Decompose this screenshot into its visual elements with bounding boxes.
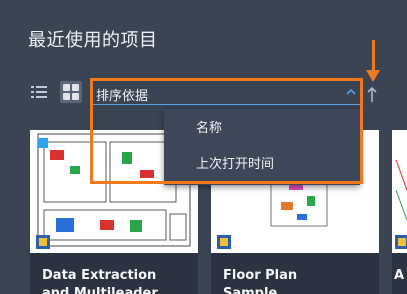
annotation-arrow [372,40,375,74]
sort-option-name[interactable]: 名称 [164,111,360,147]
page-title: 最近使用的项目 [28,30,158,51]
list-view-button[interactable] [31,86,47,100]
sort-by-label: 排序依据 [96,89,149,104]
dwg-file-icon [395,235,407,249]
grid-icon [63,84,70,91]
arrow-up-icon[interactable] [366,85,378,103]
file-title: Floor Plan Sample [223,268,298,294]
sort-underline [90,104,360,105]
file-title: A [394,268,405,283]
dwg-file-icon [217,235,231,249]
file-card[interactable]: A [392,130,407,294]
sort-by-dropdown[interactable]: 排序依据 [90,81,360,105]
annotation-arrow-head [366,70,380,82]
file-title: Data Extraction and Multileader [42,268,158,294]
grid-view-button[interactable] [60,81,82,103]
sort-menu: 名称 上次打开时间 [164,109,360,185]
chevron-up-icon [346,88,356,95]
dwg-file-icon [36,235,50,249]
sort-option-last-opened[interactable]: 上次打开时间 [164,147,360,183]
